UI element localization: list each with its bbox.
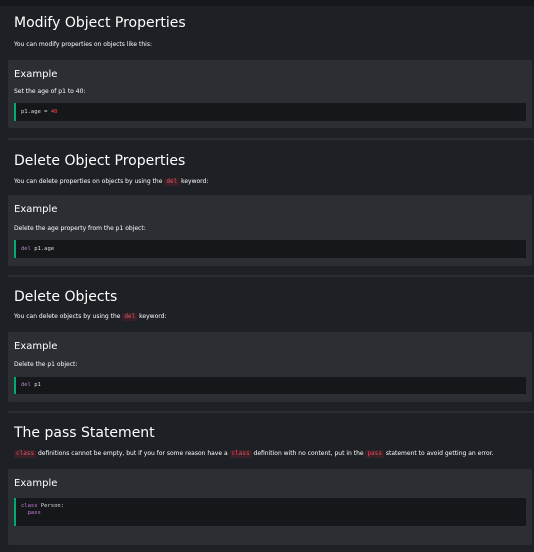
code-line: del p1 (21, 382, 526, 389)
section-description: You can modify properties on objects lik… (14, 41, 152, 48)
page: Modify Object Properties You can modify … (0, 0, 534, 552)
example-description: Delete the age property from the p1 obje… (14, 225, 146, 232)
section-title: Delete Objects (14, 289, 118, 305)
description-text: keyword: (179, 178, 209, 185)
code-text: p1 (30, 382, 41, 388)
section-description: class definitions cannot be empty, but i… (14, 450, 494, 458)
example-box: Example Set the age of p1 to 40: p1.age … (8, 60, 532, 128)
code-block: del p1.age (14, 240, 526, 258)
inline-keyword-del: del (164, 178, 180, 186)
code-number: 40 (50, 109, 58, 115)
section-title: Delete Object Properties (14, 153, 186, 169)
code-line: pass (21, 510, 526, 517)
section-description: You can delete properties on objects by … (14, 178, 208, 186)
description-text: definitions cannot be empty, but if you … (36, 450, 230, 457)
description-text: keyword: (137, 313, 167, 320)
inline-keyword-del: del (122, 313, 138, 321)
description-text: statement to avoid getting an error. (383, 450, 494, 457)
code-block: del p1 (14, 377, 526, 394)
description-text: definition with no content, put in the (251, 450, 366, 457)
example-title: Example (14, 204, 58, 215)
description-text: You can delete properties on objects by … (14, 178, 165, 185)
code-keyword: del (21, 382, 31, 388)
code-text: p1.age (30, 246, 55, 252)
section-modify: Modify Object Properties You can modify … (0, 0, 534, 140)
code-keyword: del (21, 246, 31, 252)
section-delete-objects: Delete Objects You can delete objects by… (0, 277, 534, 413)
inline-keyword-class: class (229, 450, 252, 458)
code-text: p1.age = (21, 109, 51, 115)
example-box: Example Delete the age property from the… (8, 195, 532, 266)
example-box: Example Delete the p1 object: del p1 (8, 332, 532, 402)
code-block: class Person: pass (14, 498, 526, 526)
example-box: Example class Person: pass (8, 469, 532, 545)
code-line: del p1.age (21, 246, 526, 253)
section-pass-statement: The pass Statement class definitions can… (0, 413, 534, 552)
description-text: You can delete objects by using the (14, 313, 123, 320)
code-block: p1.age = 40 (14, 103, 526, 121)
section-title: Modify Object Properties (14, 15, 186, 31)
code-text: Person: (37, 503, 65, 509)
code-line: p1.age = 40 (21, 109, 526, 116)
example-description: Delete the p1 object: (14, 361, 78, 368)
code-keyword: class (21, 503, 38, 509)
example-title: Example (14, 341, 58, 352)
section-description: You can delete objects by using the del … (14, 313, 166, 321)
code-line: class Person: (21, 503, 526, 510)
example-description: Set the age of p1 to 40: (14, 88, 86, 95)
code-keyword: pass (27, 510, 41, 516)
section-title: The pass Statement (14, 425, 155, 441)
example-title: Example (14, 478, 58, 489)
inline-keyword-pass: pass (365, 450, 384, 458)
section-delete-properties: Delete Object Properties You can delete … (0, 140, 534, 277)
example-title: Example (14, 69, 58, 80)
inline-keyword-class: class (14, 450, 37, 458)
